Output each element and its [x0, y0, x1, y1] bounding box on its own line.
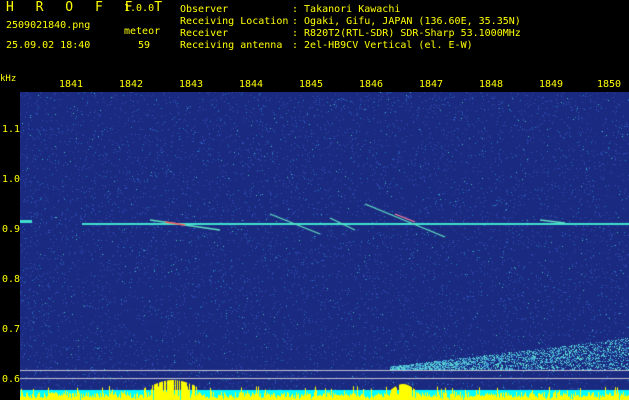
y-tick-label: 0.9 [2, 224, 21, 235]
x-tick-label: 1850 [597, 79, 622, 90]
x-tick-label: 1842 [119, 79, 144, 90]
x-tick-label: 1848 [479, 79, 504, 90]
x-tick-label: 1849 [539, 79, 564, 90]
receiver-key: Receiver [180, 28, 229, 39]
location-key: Receiving Location [180, 16, 289, 27]
file-name: 2509021840.png [6, 20, 91, 31]
date-time: 25.09.02 18:40 [6, 40, 91, 51]
y-tick-label: 1.0 [2, 174, 21, 185]
meteor-count: 59 [138, 40, 151, 51]
app-version: 1.0.0 [124, 3, 155, 14]
header-panel: H R O F F T 1.0.0 2509021840.png 25.09.0… [0, 0, 629, 72]
x-tick-label: 1843 [179, 79, 204, 90]
receiver-value: : R820T2(RTL-SDR) SDR-Sharp 53.1000MHz [292, 28, 521, 39]
y-tick-label: 0.8 [2, 274, 21, 285]
x-tick-label: 1844 [239, 79, 264, 90]
observer-key: Observer [180, 4, 229, 15]
observer-value: : Takanori Kawachi [292, 4, 401, 15]
y-tick-label: 0.7 [2, 324, 21, 335]
antenna-key: Receiving antenna [180, 40, 283, 51]
antenna-value: : 2el-HB9CV Vertical (el. E-W) [292, 40, 473, 51]
x-tick-label: 1845 [299, 79, 324, 90]
meteor-label: meteor [124, 26, 161, 37]
location-value: : Ogaki, Gifu, JAPAN (136.60E, 35.35N) [292, 16, 521, 27]
x-tick-label: 1841 [59, 79, 84, 90]
x-tick-label: 1846 [359, 79, 384, 90]
spectrogram-plot [20, 92, 629, 400]
x-tick-label: 1847 [419, 79, 444, 90]
y-tick-label: 1.1 [2, 124, 21, 135]
y-tick-label: 0.6 [2, 374, 21, 385]
y-axis-unit: kHz [0, 74, 17, 84]
